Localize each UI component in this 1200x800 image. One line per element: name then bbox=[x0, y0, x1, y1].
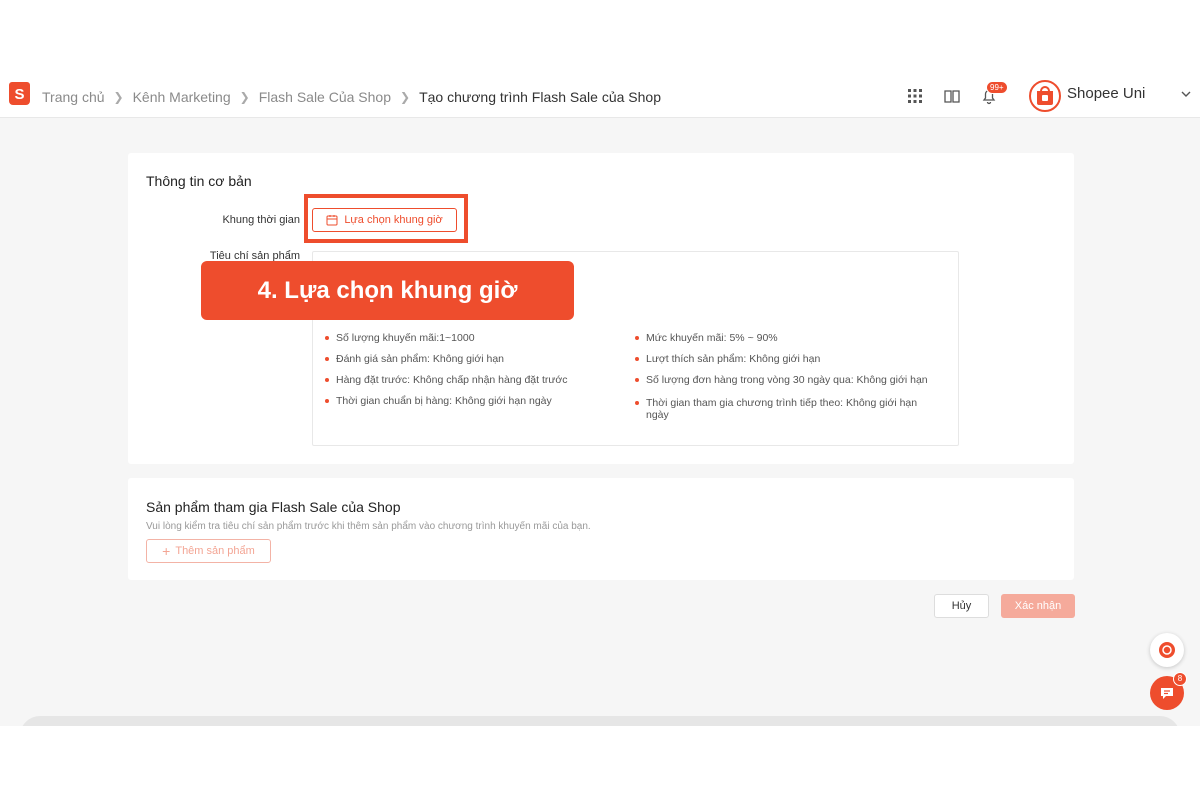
list-item: Số lượng khuyến mãi:1~1000 bbox=[323, 332, 623, 344]
products-description: Vui lòng kiểm tra tiêu chí sản phẩm trướ… bbox=[146, 521, 591, 532]
chevron-right-icon: ❯ bbox=[239, 90, 250, 104]
top-bar: S Trang chủ ❯ Kênh Marketing ❯ Flash Sal… bbox=[0, 75, 1200, 118]
list-item: Hàng đặt trước: Không chấp nhận hàng đặt… bbox=[323, 374, 623, 386]
shopee-logo[interactable]: S bbox=[9, 82, 30, 105]
select-time-slot-label: Lựa chọn khung giờ bbox=[344, 214, 443, 226]
products-card: Sản phẩm tham gia Flash Sale của Shop Vu… bbox=[128, 478, 1074, 580]
plus-icon: + bbox=[162, 543, 171, 559]
calendar-icon bbox=[326, 215, 338, 226]
list-item: Mức khuyến mãi: 5% ~ 90% bbox=[633, 332, 933, 344]
list-item: Thời gian chuẩn bị hàng: Không giới hạn … bbox=[323, 395, 623, 407]
breadcrumb-current: Tạo chương trình Flash Sale của Shop bbox=[419, 89, 661, 105]
list-item: Đánh giá sản phẩm: Không giới hạn bbox=[323, 353, 623, 365]
breadcrumb-home[interactable]: Trang chủ bbox=[42, 89, 105, 105]
chevron-right-icon: ❯ bbox=[113, 90, 124, 104]
list-item: Lượt thích sản phẩm: Không giới hạn bbox=[633, 353, 933, 365]
tutorial-step-banner: 4. Lựa chọn khung giờ bbox=[201, 261, 574, 320]
chat-icon bbox=[1161, 688, 1173, 699]
grid-icon[interactable] bbox=[906, 87, 924, 105]
list-item: Số lượng đơn hàng trong vòng 30 ngày qua… bbox=[633, 374, 933, 386]
chevron-right-icon: ❯ bbox=[400, 90, 411, 104]
app-screen: S Trang chủ ❯ Kênh Marketing ❯ Flash Sal… bbox=[0, 75, 1200, 726]
help-button[interactable] bbox=[1150, 633, 1184, 667]
breadcrumb-flash-sale[interactable]: Flash Sale Của Shop bbox=[259, 89, 391, 105]
list-item: Thời gian tham gia chương trình tiếp the… bbox=[633, 397, 933, 421]
criteria-list-right: Mức khuyến mãi: 5% ~ 90% Lượt thích sản … bbox=[633, 332, 933, 430]
breadcrumb: Trang chủ ❯ Kênh Marketing ❯ Flash Sale … bbox=[42, 89, 661, 105]
chat-badge: 8 bbox=[1173, 672, 1187, 686]
criteria-list-left: Số lượng khuyến mãi:1~1000 Đánh giá sản … bbox=[323, 332, 623, 416]
select-time-slot-button[interactable]: Lựa chọn khung giờ bbox=[312, 208, 457, 232]
add-product-label: Thêm sản phẩm bbox=[175, 545, 255, 557]
support-icon bbox=[1159, 642, 1175, 658]
chevron-down-icon[interactable] bbox=[1180, 88, 1192, 100]
book-icon[interactable] bbox=[943, 87, 961, 105]
basic-info-title: Thông tin cơ bản bbox=[146, 173, 252, 189]
notification-badge: 99+ bbox=[986, 81, 1008, 94]
bottom-decoration bbox=[20, 716, 1180, 726]
shop-name[interactable]: Shopee Uni bbox=[1067, 85, 1145, 102]
add-product-button[interactable]: + Thêm sản phẩm bbox=[146, 539, 271, 563]
avatar[interactable] bbox=[1028, 79, 1062, 113]
cancel-button[interactable]: Hủy bbox=[934, 594, 989, 618]
time-frame-label: Khung thời gian bbox=[222, 214, 300, 226]
products-title: Sản phẩm tham gia Flash Sale của Shop bbox=[146, 499, 401, 515]
breadcrumb-marketing[interactable]: Kênh Marketing bbox=[133, 89, 231, 105]
confirm-button[interactable]: Xác nhận bbox=[1001, 594, 1075, 618]
